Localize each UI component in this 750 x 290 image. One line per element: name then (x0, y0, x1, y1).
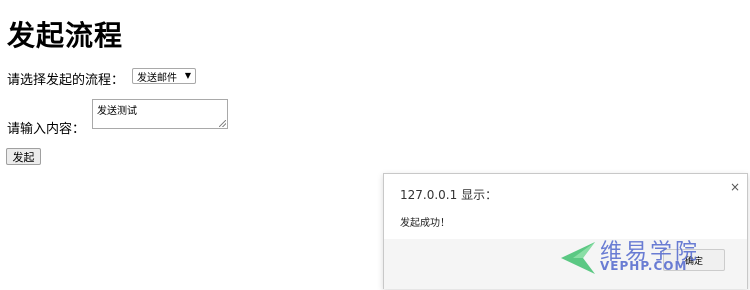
chevron-down-icon: ▼ (184, 71, 191, 80)
watermark-logo: 维易学院 VEPHP.COM (555, 234, 745, 284)
dialog-title: 127.0.0.1 显示： (400, 188, 498, 202)
process-select-value: 发送邮件 (137, 72, 177, 84)
submit-button[interactable]: 发起 (6, 148, 41, 165)
close-icon[interactable]: × (730, 180, 740, 194)
dialog-header: 127.0.0.1 显示： × (384, 174, 747, 204)
page-title: 发起流程 (7, 19, 124, 52)
content-textarea-value: 发送测试 (97, 106, 137, 117)
resize-grip-icon[interactable] (219, 120, 226, 127)
process-select[interactable]: 发送邮件 ▼ (132, 68, 196, 84)
dialog-message: 发起成功！ (400, 218, 450, 229)
content-label: 请输入内容： (7, 122, 86, 137)
process-label: 请选择发起的流程： (7, 73, 125, 88)
watermark-text-en: VEPHP.COM (600, 259, 688, 273)
content-textarea[interactable]: 发送测试 (92, 99, 228, 129)
watermark-chevron-icon (561, 242, 595, 274)
